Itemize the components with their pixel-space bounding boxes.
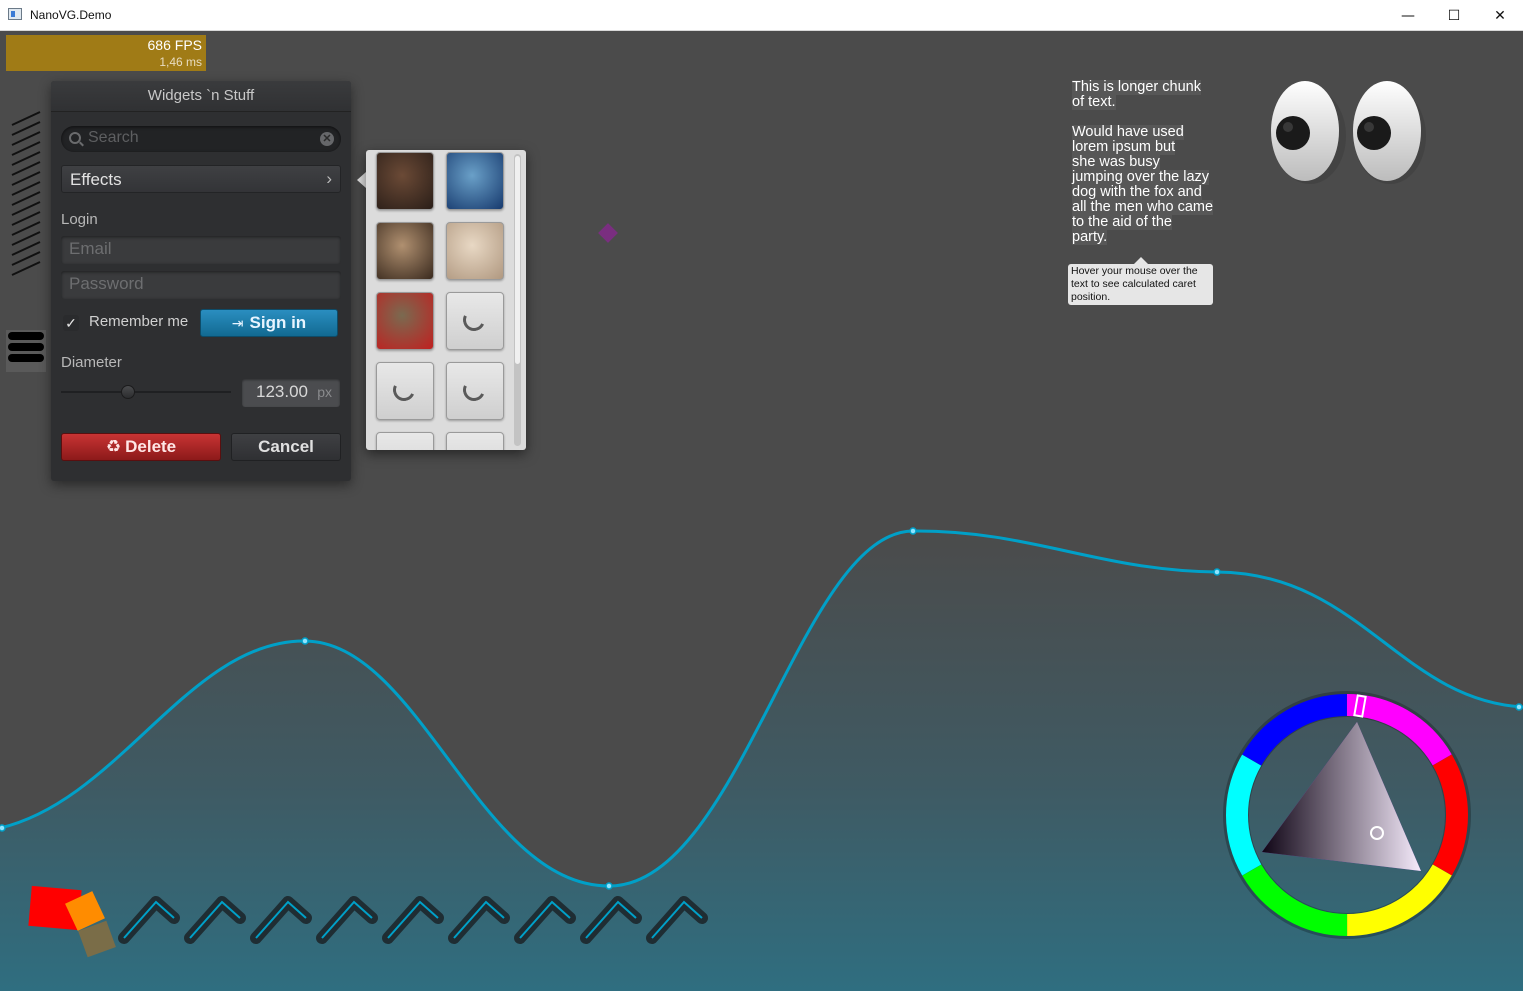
paragraph-line: Would have used: [1072, 124, 1184, 140]
close-button[interactable]: ✕: [1477, 0, 1523, 31]
paragraph-line: This is longer chunk: [1072, 79, 1201, 95]
diameter-value: 123.00: [256, 382, 308, 401]
purple-diamond: [598, 223, 618, 243]
paragraph-line: [1072, 110, 1076, 125]
checkmark-icon: ✓: [63, 315, 79, 331]
paragraph-line: all the men who came: [1072, 199, 1214, 215]
trash-icon: ♻: [105, 437, 122, 456]
paragraph-line: party.: [1072, 229, 1108, 245]
widgets-panel: Widgets `n Stuff Search ✕ Effects › Logi…: [51, 81, 351, 481]
minimize-button[interactable]: —: [1385, 0, 1431, 31]
search-icon: [69, 132, 81, 144]
paragraph-line: she was busy: [1072, 154, 1160, 170]
popup-arrow: [357, 172, 366, 188]
password-field[interactable]: Password: [61, 271, 341, 299]
thumbnail-popup: [366, 150, 526, 450]
stacked-lines-widget: [6, 330, 46, 372]
thumbnail-loading[interactable]: [376, 362, 434, 420]
frame-time-value: 1,46 ms: [159, 55, 202, 69]
remember-me-label: Remember me: [89, 313, 189, 330]
panel-title: Widgets `n Stuff: [51, 81, 351, 112]
email-placeholder: Email: [69, 239, 112, 258]
paragraph-line: lorem ipsum but: [1072, 139, 1176, 155]
window-titlebar: NanoVG.Demo — ☐ ✕: [0, 0, 1523, 31]
fps-counter: 686 FPS 1,46 ms: [6, 35, 206, 71]
line-joins-widget: [11, 111, 41, 276]
fps-value: 686 FPS: [147, 37, 202, 53]
diameter-slider-track[interactable]: [61, 391, 231, 393]
window-title: NanoVG.Demo: [30, 8, 112, 22]
paragraph-line: jumping over the lazy: [1072, 169, 1210, 185]
thumbnail-cat[interactable]: [376, 292, 434, 350]
diameter-unit: px: [317, 384, 332, 400]
clear-icon[interactable]: ✕: [320, 132, 334, 146]
delete-label: Delete: [125, 437, 177, 456]
spinner-icon: [459, 375, 489, 405]
dropdown-label: Effects: [70, 170, 122, 189]
login-label: Login: [61, 211, 98, 228]
maximize-button[interactable]: ☐: [1431, 0, 1477, 31]
paragraph-line: dog with the fox and: [1072, 184, 1202, 200]
spinner-icon: [459, 305, 489, 335]
cancel-button[interactable]: Cancel: [231, 433, 341, 461]
thumbnail-rabbit[interactable]: [446, 222, 504, 280]
diameter-slider-knob[interactable]: [121, 385, 135, 399]
thumbnail-animal[interactable]: [376, 222, 434, 280]
thumbnail-scrollbar-thumb[interactable]: [515, 156, 520, 364]
thumbnail-jellyfish[interactable]: [446, 152, 504, 210]
text-paragraph[interactable]: This is longer chunk of text. Would have …: [1072, 80, 1232, 245]
search-placeholder: Search: [88, 129, 139, 146]
chevron-right-icon: ›: [326, 169, 332, 188]
sign-in-label: Sign in: [249, 313, 307, 332]
email-field[interactable]: Email: [61, 236, 341, 264]
search-input[interactable]: Search ✕: [61, 126, 341, 152]
thumbnail-loading[interactable]: [446, 292, 504, 350]
thumbnail-loading[interactable]: [446, 362, 504, 420]
diameter-label: Diameter: [61, 354, 122, 371]
paragraph-line: to the aid of the: [1072, 214, 1172, 230]
eyes-widget: [1271, 81, 1426, 184]
thumbnail-loading[interactable]: [376, 432, 434, 450]
thumbnail-dog[interactable]: [376, 152, 434, 210]
app-icon: [8, 8, 22, 20]
sign-in-button[interactable]: ⇥ Sign in: [200, 309, 338, 337]
thumbnail-loading[interactable]: [446, 432, 504, 450]
diameter-number-field[interactable]: 123.00 px: [242, 379, 340, 407]
paragraph-line: of text.: [1072, 94, 1116, 110]
caret-tooltip: Hover your mouse over the text to see ca…: [1068, 257, 1213, 305]
login-icon: ⇥: [231, 315, 244, 331]
spinner-icon: [389, 375, 419, 405]
password-placeholder: Password: [69, 274, 144, 293]
delete-button[interactable]: ♻ Delete: [61, 433, 221, 461]
effects-dropdown[interactable]: Effects ›: [61, 165, 341, 193]
